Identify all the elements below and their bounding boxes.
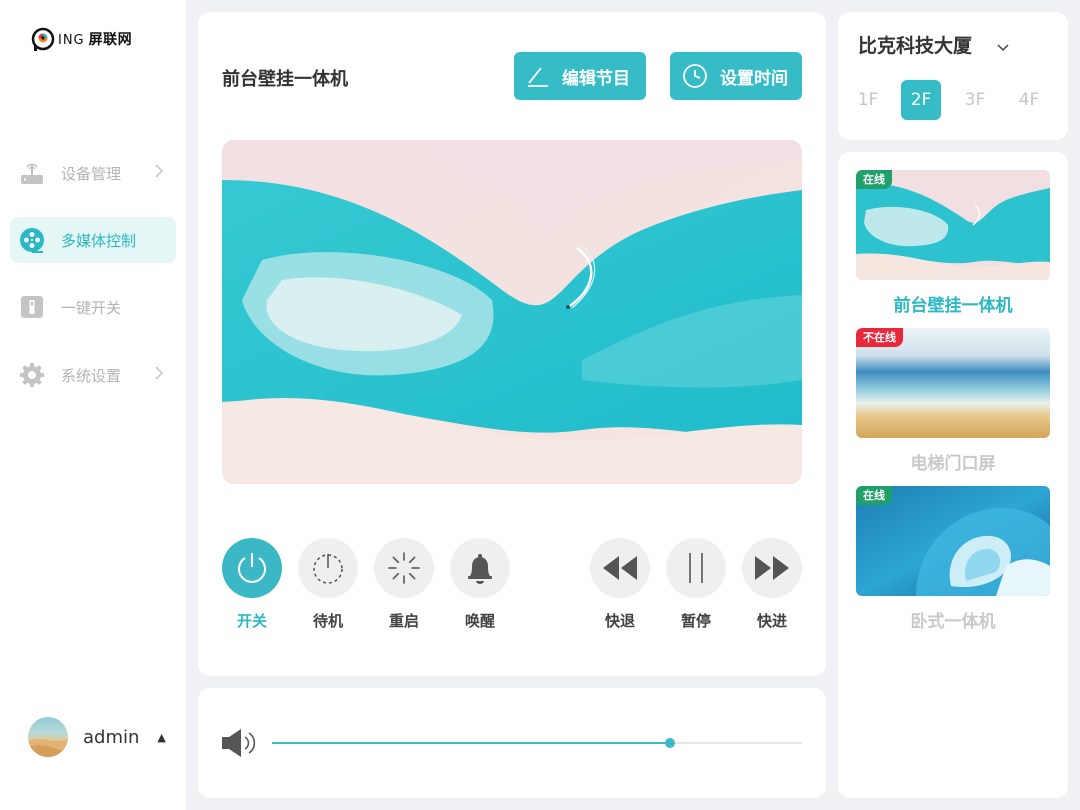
bell-icon [450, 538, 510, 598]
volume-panel [198, 688, 826, 798]
volume-slider-fill [272, 742, 670, 744]
fast-forward-control[interactable]: 快进 [742, 538, 802, 631]
volume-slider-handle[interactable] [664, 738, 675, 748]
device-list: 在线 前台壁挂一体机 不在线 电梯门口屏 在线 卧式一体机 [838, 152, 1068, 798]
floor-tab-2f[interactable]: 2F [901, 80, 941, 120]
device-item-horizontal-kiosk[interactable]: 在线 卧式一体机 [856, 486, 1050, 632]
device-thumbnail: 在线 [856, 486, 1050, 596]
username: admin [83, 726, 140, 748]
floor-tab-3f[interactable]: 3F [955, 80, 995, 120]
sidebar-item-system-settings[interactable]: 系统设置 [10, 352, 176, 398]
brand-name: 屏联网 [88, 32, 133, 48]
switch-icon [19, 294, 45, 320]
sidebar-item-one-key-switch[interactable]: 一键开关 [10, 284, 176, 330]
fast-forward-label: 快进 [756, 612, 787, 630]
router-icon [19, 160, 45, 186]
standby-icon [298, 538, 358, 598]
logo-mark-icon [30, 26, 56, 52]
device-thumbnail: 不在线 [856, 328, 1050, 438]
chevron-right-icon [154, 164, 164, 182]
rewind-label: 快退 [604, 612, 635, 630]
volume-slider[interactable] [272, 738, 802, 748]
restart-icon [374, 538, 434, 598]
status-badge: 在线 [856, 170, 892, 189]
rewind-icon [590, 538, 650, 598]
status-badge: 在线 [856, 486, 892, 505]
gear-icon [19, 362, 45, 388]
sidebar: ING 屏联网 设备管理 多媒体控制 一键开关 系统设置 admin ▲ [0, 0, 186, 810]
set-time-button[interactable]: 设置时间 [670, 52, 802, 100]
power-control[interactable]: 开关 [222, 538, 282, 631]
power-icon [222, 538, 282, 598]
speaker-icon[interactable] [221, 727, 257, 763]
restart-control[interactable]: 重启 [374, 538, 434, 631]
film-reel-icon [19, 227, 45, 253]
fast-forward-icon [742, 538, 802, 598]
sidebar-item-label: 多媒体控制 [61, 231, 137, 250]
standby-control[interactable]: 待机 [298, 538, 358, 631]
building-selector: 比克科技大厦 1F 2F 3F 4F [838, 12, 1068, 140]
device-control-panel: 前台壁挂一体机 编辑节目 设置时间 开关 待机 重启 唤醒 快退 暂停 快进 [198, 12, 826, 676]
floor-tab-4f[interactable]: 4F [1009, 80, 1049, 120]
device-thumbnail: 在线 [856, 170, 1050, 280]
device-name: 前台壁挂一体机 [893, 296, 1013, 316]
power-label: 开关 [236, 612, 267, 630]
rewind-control[interactable]: 快退 [590, 538, 650, 631]
device-name: 卧式一体机 [910, 612, 996, 632]
user-menu[interactable]: admin ▲ [28, 717, 166, 757]
edit-program-label: 编辑节目 [562, 68, 630, 89]
sidebar-item-label: 设备管理 [61, 164, 122, 183]
pause-control[interactable]: 暂停 [666, 538, 726, 631]
device-item-elevator-screen[interactable]: 不在线 电梯门口屏 [856, 328, 1050, 474]
chevron-right-icon [154, 366, 164, 384]
pause-icon [666, 538, 726, 598]
clock-icon [683, 64, 707, 88]
floor-tab-1f[interactable]: 1F [848, 80, 888, 120]
sidebar-item-device-management[interactable]: 设备管理 [10, 150, 176, 196]
edit-program-button[interactable]: 编辑节目 [514, 52, 646, 100]
pause-label: 暂停 [680, 612, 711, 630]
sidebar-item-multimedia-control[interactable]: 多媒体控制 [10, 217, 176, 263]
status-badge: 不在线 [856, 328, 903, 347]
device-item-front-desk[interactable]: 在线 前台壁挂一体机 [856, 170, 1050, 316]
sidebar-item-label: 一键开关 [61, 298, 122, 317]
device-title: 前台壁挂一体机 [222, 69, 348, 90]
screen-preview-image [222, 140, 802, 484]
building-name[interactable]: 比克科技大厦 [858, 31, 972, 58]
restart-label: 重启 [388, 612, 419, 630]
brand-logo: ING 屏联网 [30, 26, 132, 52]
chevron-down-icon[interactable] [996, 38, 1010, 57]
edit-icon [528, 67, 548, 87]
wake-label: 唤醒 [464, 612, 495, 630]
logo-mark-text: ING [58, 33, 85, 48]
wake-control[interactable]: 唤醒 [450, 538, 510, 631]
sidebar-item-label: 系统设置 [61, 366, 122, 385]
avatar [28, 717, 68, 757]
caret-up-icon[interactable]: ▲ [157, 731, 165, 744]
set-time-label: 设置时间 [720, 68, 788, 89]
device-name: 电梯门口屏 [910, 454, 996, 474]
standby-label: 待机 [312, 612, 343, 630]
